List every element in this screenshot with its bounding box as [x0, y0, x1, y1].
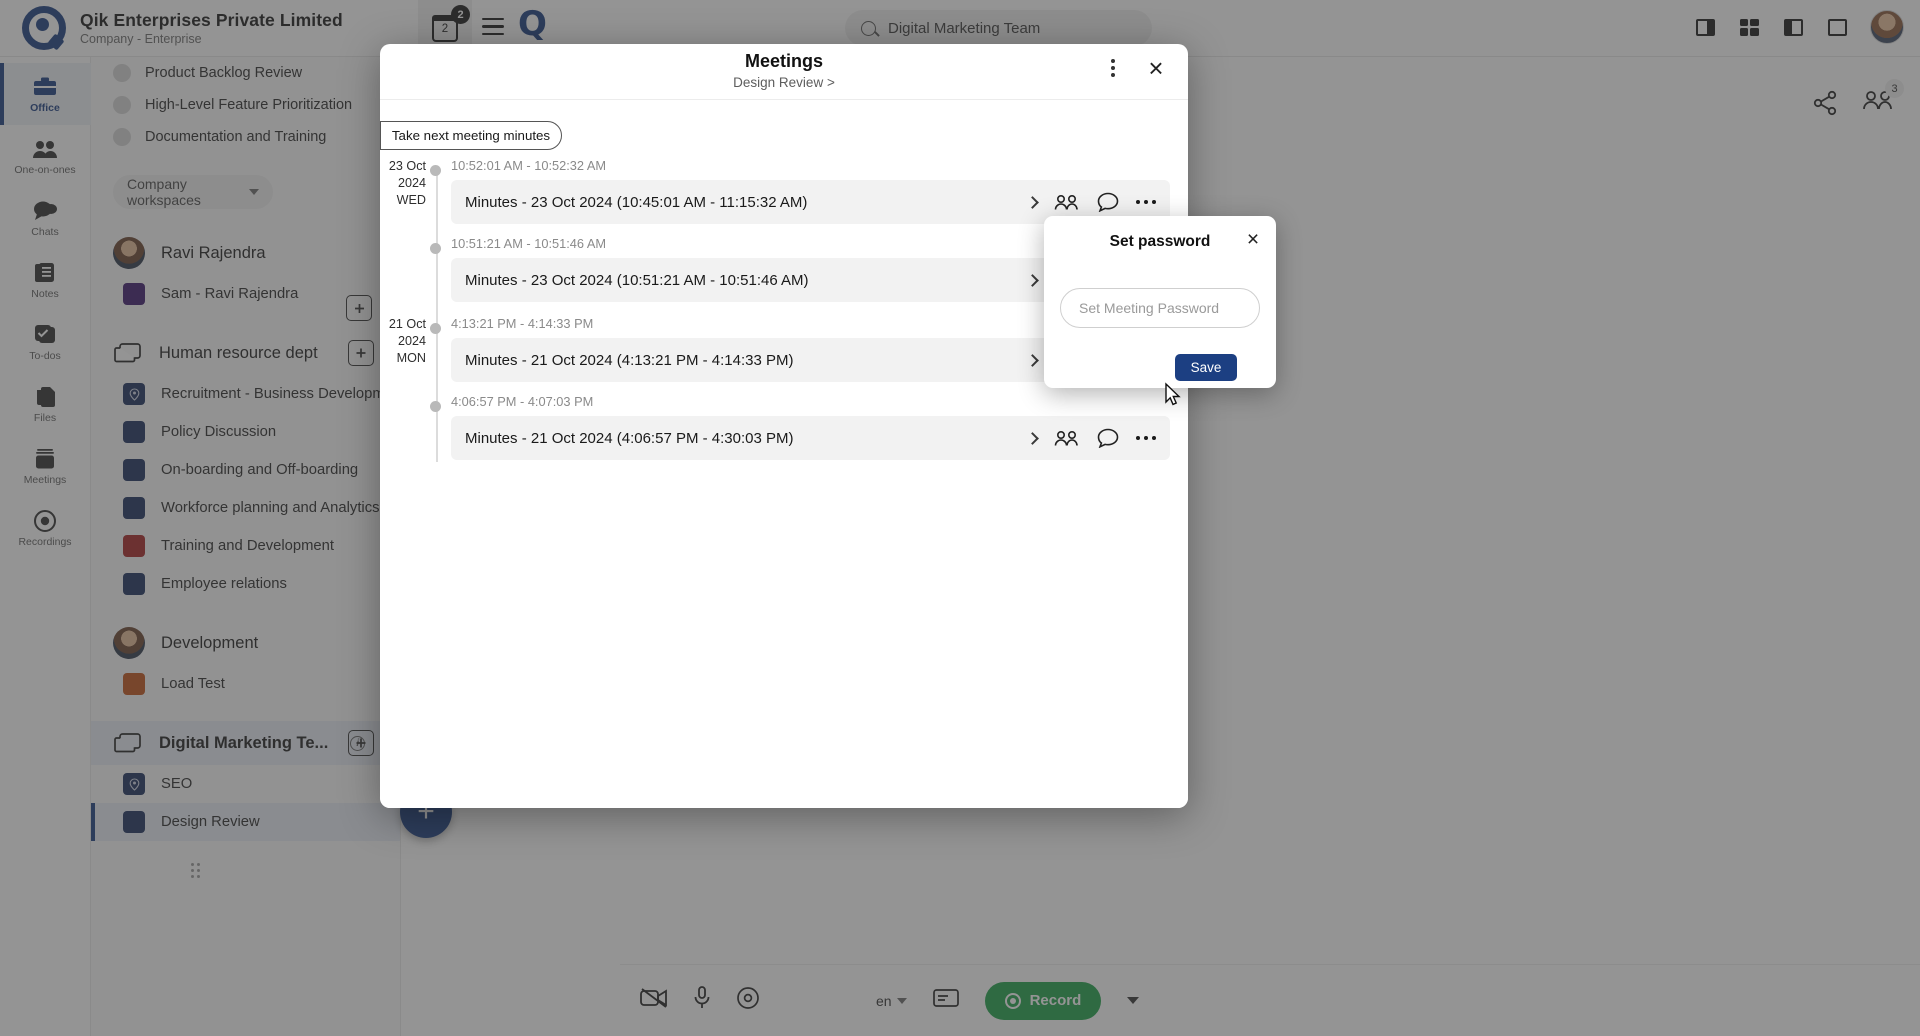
- modal-title: Meetings: [380, 44, 1188, 72]
- row-more-options-icon[interactable]: [1136, 436, 1157, 441]
- row-more-options-icon[interactable]: [1136, 200, 1157, 205]
- modal-breadcrumb[interactable]: Design Review >: [380, 75, 1188, 90]
- row-actions: [1028, 428, 1157, 448]
- timeline-time-range: 4:06:57 PM - 4:07:03 PM: [451, 394, 1188, 409]
- timeline-dot-icon: [430, 243, 441, 254]
- modal-close-icon[interactable]: ×: [1142, 54, 1170, 82]
- comments-icon[interactable]: [1097, 192, 1119, 212]
- take-minutes-label: Take next meeting minutes: [392, 128, 550, 143]
- set-password-close-icon[interactable]: ×: [1242, 228, 1264, 250]
- meeting-minutes-title: Minutes - 21 Oct 2024 (4:06:57 PM - 4:30…: [465, 430, 1028, 447]
- modal-body: Take next meeting minutes 23 Oct 2024 WE…: [380, 100, 1188, 808]
- timeline-dot-icon: [430, 401, 441, 412]
- meeting-minutes-row[interactable]: Minutes - 21 Oct 2024 (4:06:57 PM - 4:30…: [451, 416, 1170, 460]
- meeting-password-input[interactable]: [1060, 288, 1260, 328]
- expand-chevron-icon[interactable]: [1026, 274, 1039, 287]
- modal-more-options-icon[interactable]: [1100, 55, 1126, 81]
- participants-icon[interactable]: [1054, 194, 1080, 211]
- expand-chevron-icon[interactable]: [1026, 432, 1039, 445]
- meetings-modal: Meetings Design Review > × Take next mee…: [380, 44, 1188, 808]
- comments-icon[interactable]: [1097, 428, 1119, 448]
- meeting-minutes-title: Minutes - 23 Oct 2024 (10:51:21 AM - 10:…: [465, 272, 1028, 289]
- timeline-entry: 4:06:57 PM - 4:07:03 PM Minutes - 21 Oct…: [380, 394, 1188, 460]
- meeting-minutes-title: Minutes - 23 Oct 2024 (10:45:01 AM - 11:…: [465, 194, 1028, 211]
- timeline-entry: 10:52:01 AM - 10:52:32 AM Minutes - 23 O…: [380, 158, 1188, 224]
- timeline-dot-icon: [430, 323, 441, 334]
- expand-chevron-icon[interactable]: [1026, 196, 1039, 209]
- expand-chevron-icon[interactable]: [1026, 354, 1039, 367]
- set-password-popup: Set password × Save: [1044, 216, 1276, 388]
- meeting-minutes-title: Minutes - 21 Oct 2024 (4:13:21 PM - 4:14…: [465, 352, 1028, 369]
- save-password-button[interactable]: Save: [1175, 354, 1237, 381]
- timeline-dot-icon: [430, 165, 441, 176]
- participants-icon[interactable]: [1054, 430, 1080, 447]
- mouse-cursor: [1160, 382, 1182, 410]
- modal-header: Meetings Design Review > ×: [380, 44, 1188, 100]
- timeline-time-range: 10:52:01 AM - 10:52:32 AM: [451, 158, 1188, 173]
- take-next-meeting-minutes-button[interactable]: Take next meeting minutes: [380, 121, 562, 150]
- row-actions: [1028, 192, 1157, 212]
- app-root: Qik Enterprises Private Limited Company …: [0, 0, 1920, 1036]
